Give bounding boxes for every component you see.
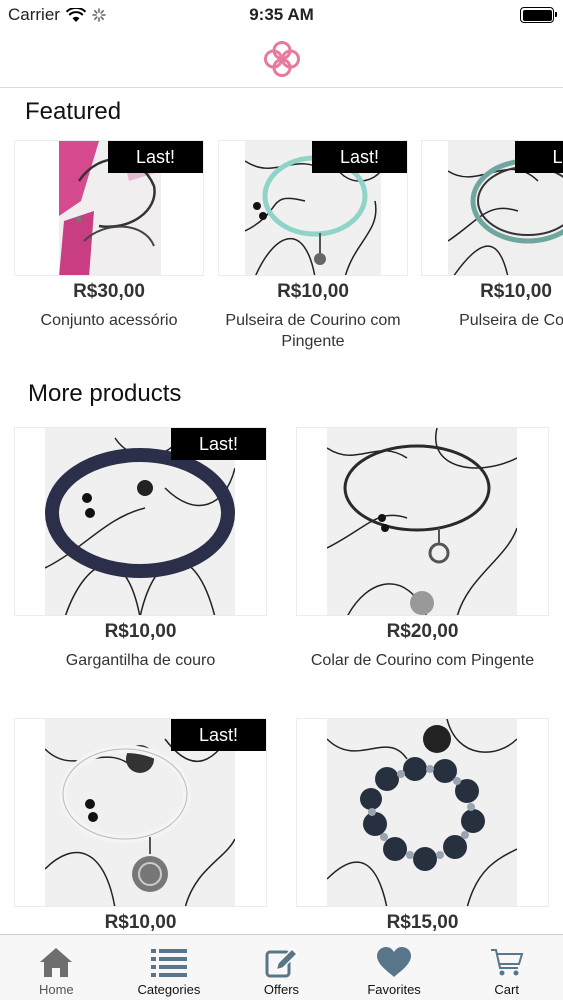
product-card[interactable]: R$15,00 [296, 718, 549, 934]
tab-categories[interactable]: Categories [113, 935, 226, 1000]
product-image: Last! [14, 140, 204, 276]
tab-label: Home [38, 982, 74, 997]
heart-icon [377, 947, 412, 977]
product-price: R$30,00 [73, 281, 145, 302]
product-image: Last! [14, 718, 267, 907]
product-image: Last! [14, 427, 267, 616]
product-name: Conjunto acessório [40, 312, 178, 329]
product-image: Last! [218, 140, 408, 276]
last-item-badge: La [515, 141, 563, 173]
tab-cart[interactable]: Cart [450, 935, 563, 1000]
product-price: R$10,00 [104, 621, 177, 642]
featured-title: Featured [25, 98, 122, 125]
tab-home[interactable]: Home [0, 935, 113, 1000]
house-icon [40, 948, 73, 977]
product-price: R$10,00 [480, 281, 552, 302]
product-price: R$10,00 [104, 912, 177, 933]
featured-product-card[interactable]: La R$10,00 Pulseira de Cou [421, 140, 563, 331]
product-card[interactable]: R$20,00 Colar de Courino com Pingente [296, 427, 549, 671]
product-price: R$15,00 [386, 912, 459, 933]
product-price: R$20,00 [386, 621, 459, 642]
home-content[interactable]: Featured Last! R$30,00 Conjunto acessóri… [0, 88, 563, 934]
more-products-title: More products [28, 380, 182, 407]
flower-logo-icon [263, 40, 300, 77]
last-item-badge: Last! [171, 719, 266, 751]
tab-favorites[interactable]: Favorites [338, 935, 451, 1000]
tab-bar: Home Categories Offers Favorites Cart [0, 934, 563, 1000]
tab-label: Favorites [367, 982, 421, 997]
product-price: R$10,00 [277, 281, 349, 302]
product-card[interactable]: Last! R$10,00 Gargantilha de couro [14, 427, 267, 671]
tab-label: Cart [494, 982, 519, 997]
product-name: Gargantilha de couro [65, 652, 216, 669]
tab-label: Categories [137, 982, 201, 997]
product-image [296, 718, 549, 907]
featured-product-card[interactable]: Last! R$10,00 Pulseira de Courino com Pi… [218, 140, 408, 352]
last-item-badge: Last! [312, 141, 407, 173]
featured-product-card[interactable]: Last! R$30,00 Conjunto acessório [14, 140, 204, 331]
last-item-badge: Last! [108, 141, 203, 173]
nav-bar [0, 30, 563, 88]
last-item-badge: Last! [171, 428, 266, 460]
product-image: La [421, 140, 563, 276]
status-time: 9:35 AM [249, 5, 314, 24]
pencil-icon [265, 947, 299, 978]
product-name: Colar de Courino com Pingente [310, 652, 535, 669]
featured-carousel[interactable]: Last! R$30,00 Conjunto acessório Last! R… [0, 140, 563, 370]
list-icon [150, 949, 187, 977]
tab-label: Offers [263, 982, 300, 997]
status-bar: Carrier 9:35 AM [0, 0, 563, 30]
product-image [296, 427, 549, 616]
battery-icon [520, 7, 557, 23]
product-card[interactable]: Last! R$10,00 [14, 718, 267, 934]
cart-icon [490, 949, 524, 976]
tab-offers[interactable]: Offers [225, 935, 338, 1000]
product-name: Pulseira de Cou [459, 312, 563, 329]
product-name: Pulseira de Courino com Pingente [225, 312, 401, 350]
